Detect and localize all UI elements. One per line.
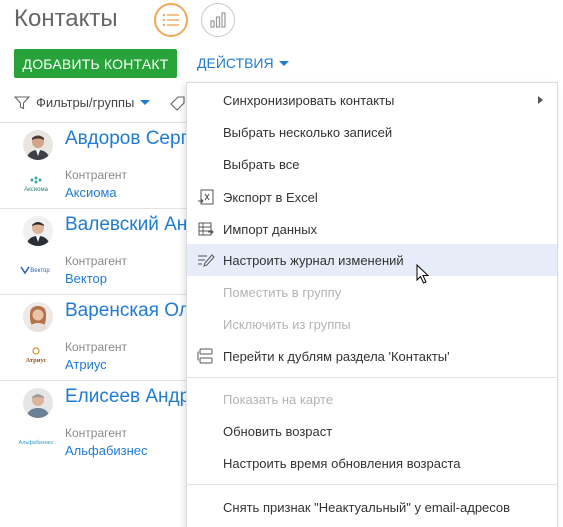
avatar — [23, 216, 53, 246]
avatar — [23, 388, 53, 418]
menu-item-select-all[interactable]: Выбрать все — [187, 148, 557, 180]
account-logo: Вектор — [18, 260, 54, 280]
import-data-icon — [198, 222, 214, 236]
list-view-button[interactable] — [154, 3, 188, 37]
account-logo: Атриус — [18, 346, 54, 366]
menu-item-select-multiple[interactable]: Выбрать несколько записей — [187, 116, 557, 148]
change-log-icon — [198, 254, 215, 267]
bar-chart-icon — [210, 12, 226, 28]
account-link[interactable]: Альфабизнес — [65, 443, 148, 458]
account-label: Контрагент — [65, 254, 128, 268]
menu-item-remove-from-group[interactable]: Исключить из группы — [187, 308, 557, 340]
account-logo: Аксиома — [18, 174, 54, 194]
account-label: Контрагент — [65, 168, 128, 182]
chevron-down-icon — [140, 100, 151, 105]
duplicates-icon — [197, 348, 213, 364]
menu-item-clear-inactual-email[interactable]: Снять признак "Неактуальный" у email-адр… — [187, 491, 557, 523]
account-label: Контрагент — [65, 426, 128, 440]
avatar — [23, 302, 53, 332]
mouse-cursor-icon — [416, 264, 430, 284]
account-logo: Альфабизнес — [18, 432, 54, 452]
excel-export-icon — [198, 189, 214, 205]
svg-text:Атриус: Атриус — [26, 357, 47, 364]
chevron-right-icon — [538, 96, 543, 104]
menu-item-show-on-map[interactable]: Показать на карте — [187, 383, 557, 415]
svg-text:Альфабизнес: Альфабизнес — [19, 440, 54, 446]
contact-row[interactable]: Елисеев Андрей Альфабизнес Контрагент Ал… — [0, 380, 212, 466]
contact-row[interactable]: Валевский Андрей Вектор Контрагент Векто… — [0, 208, 230, 294]
svg-text:Вектор: Вектор — [30, 268, 50, 274]
contact-row[interactable]: Варенская Ольга Атриус Контрагент Атриус — [0, 294, 217, 380]
avatar — [23, 130, 53, 160]
menu-item-change-log[interactable]: Настроить журнал изменений — [187, 244, 557, 276]
account-link[interactable]: Атриус — [65, 357, 107, 372]
filter-icon — [14, 95, 30, 109]
list-icon — [163, 14, 179, 26]
account-link[interactable]: Аксиома — [65, 185, 117, 200]
chevron-down-icon — [278, 60, 289, 66]
contact-row[interactable]: Авдоров Сергей Аксиома Контрагент Аксиом… — [0, 122, 208, 208]
svg-text:Аксиома: Аксиома — [24, 187, 49, 193]
account-link[interactable]: Вектор — [65, 271, 107, 286]
actions-menu: Синхронизировать контакты Выбрать нескол… — [186, 82, 558, 527]
tag-icon[interactable] — [170, 95, 186, 111]
analytics-view-button[interactable] — [201, 3, 235, 37]
menu-item-export-excel[interactable]: Экспорт в Excel — [187, 181, 557, 213]
menu-item-update-age[interactable]: Обновить возраст — [187, 415, 557, 447]
page-title: Контакты — [14, 5, 118, 32]
menu-separator — [187, 484, 557, 485]
menu-item-age-update-time[interactable]: Настроить время обновления возраста — [187, 447, 557, 479]
menu-item-sync-contacts[interactable]: Синхронизировать контакты — [187, 84, 557, 116]
filters-label: Фильтры/группы — [36, 95, 135, 110]
add-contact-button[interactable]: ДОБАВИТЬ КОНТАКТ — [14, 49, 177, 78]
filters-groups-button[interactable]: Фильтры/группы — [14, 95, 151, 110]
account-label: Контрагент — [65, 340, 128, 354]
menu-item-import-data[interactable]: Импорт данных — [187, 213, 557, 245]
menu-item-add-to-group[interactable]: Поместить в группу — [187, 276, 557, 308]
actions-button-label: ДЕЙСТВИЯ — [197, 55, 274, 71]
menu-separator — [187, 377, 557, 378]
menu-item-go-to-duplicates[interactable]: Перейти к дублям раздела 'Контакты' — [187, 340, 557, 372]
actions-button[interactable]: ДЕЙСТВИЯ — [197, 55, 289, 71]
